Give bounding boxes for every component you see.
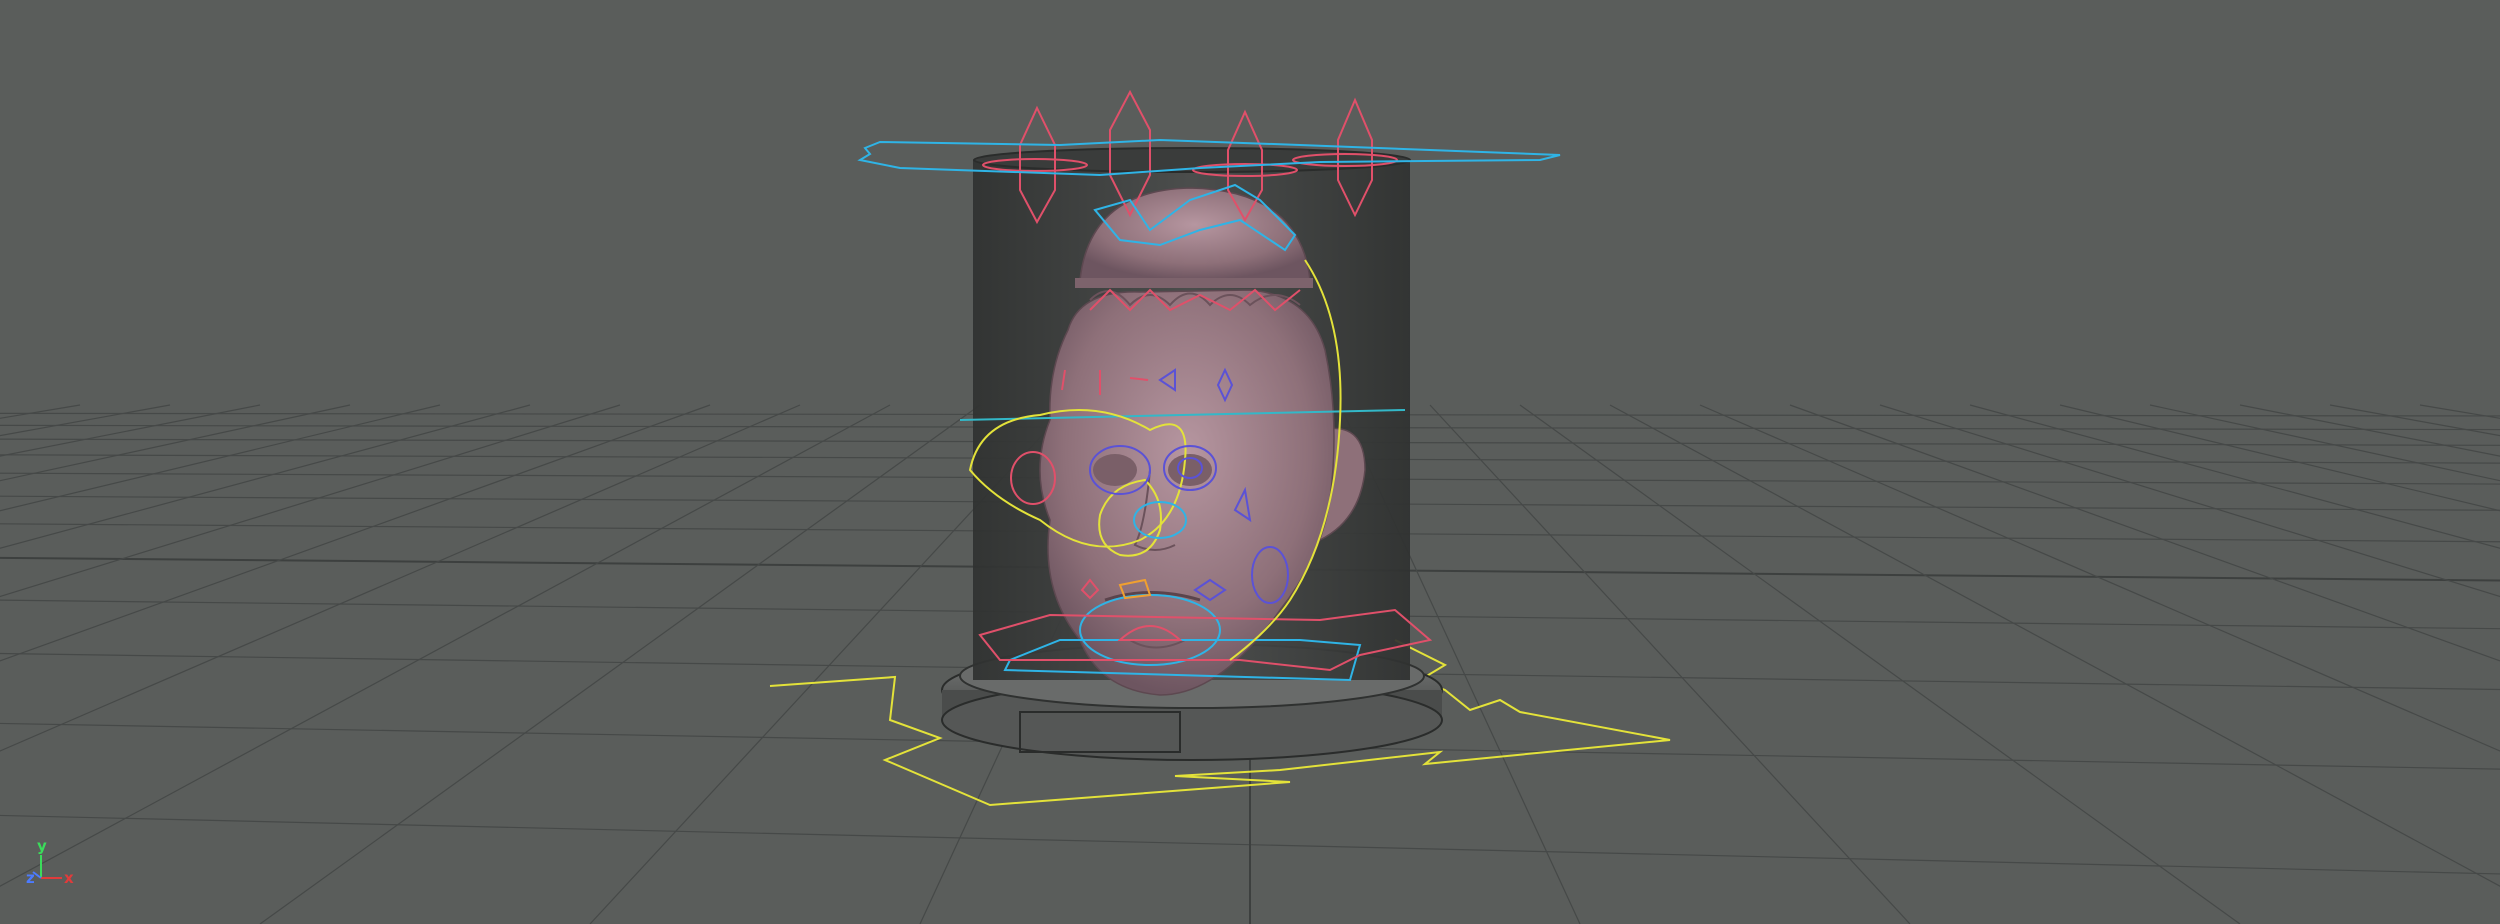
- viewport-scene[interactable]: y z x: [0, 0, 2500, 924]
- axis-gizmo: y z x: [26, 837, 74, 887]
- maya-viewport[interactable]: y z x: [0, 0, 2500, 924]
- axis-z-label: z: [26, 869, 35, 887]
- axis-x-label: x: [64, 869, 74, 887]
- axis-y-label: y: [37, 837, 47, 855]
